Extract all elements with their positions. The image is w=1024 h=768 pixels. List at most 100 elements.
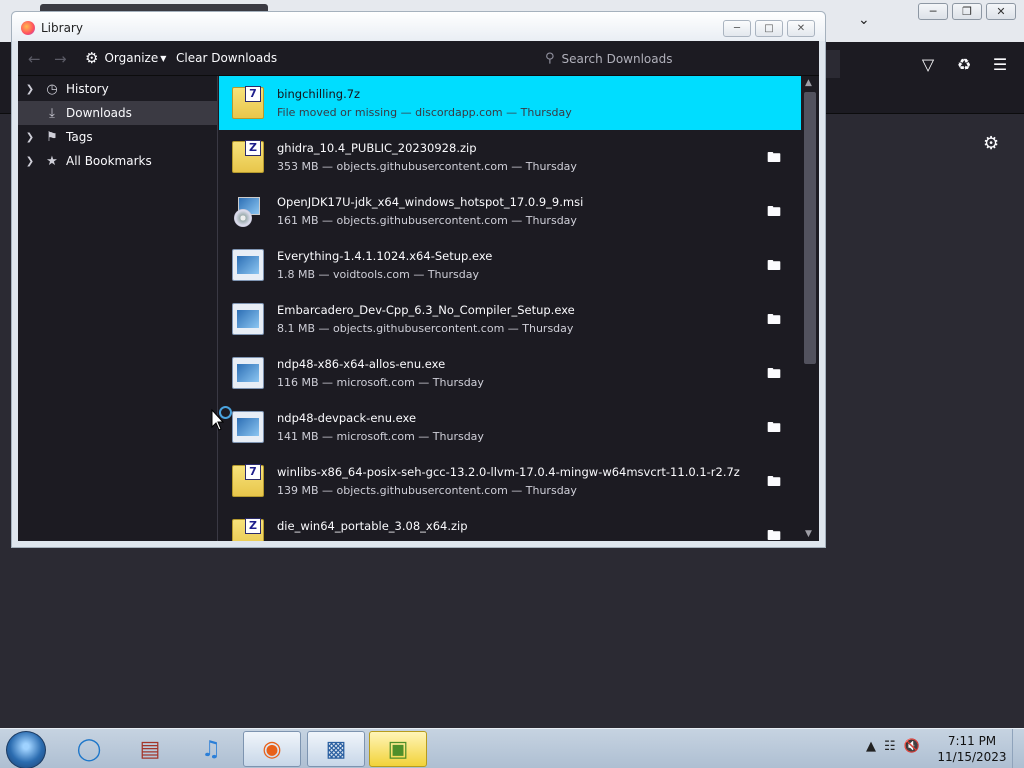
- download-status: 161 MB — objects.githubusercontent.com —…: [277, 214, 577, 227]
- sidebar-item-all-bookmarks[interactable]: ❯ ★ All Bookmarks: [18, 149, 217, 173]
- scrollbar-thumb[interactable]: [804, 92, 816, 364]
- download-row[interactable]: OpenJDK17U-jdk_x64_windows_hotspot_17.0.…: [219, 184, 801, 238]
- download-filename: die_win64_portable_3.08_x64.zip: [277, 519, 468, 533]
- organize-button[interactable]: ⚙ Organize ▼: [85, 49, 166, 67]
- sidebar-item-label: History: [66, 82, 109, 96]
- library-titlebar[interactable]: Library ─ □ ✕: [12, 12, 825, 41]
- 7z-archive-icon: 7: [232, 464, 264, 497]
- itunes-icon[interactable]: ♫: [182, 731, 240, 767]
- exe-file-icon: [232, 357, 264, 389]
- library-client: ← → ⚙ Organize ▼ Clear Downloads ⚲ ❯ ◷ H…: [18, 41, 819, 541]
- internet-explorer-icon[interactable]: ◯: [60, 731, 118, 767]
- search-icon: ⚲: [545, 51, 555, 66]
- library-window: Library ─ □ ✕ ← → ⚙ Organize ▼ Clear Dow…: [11, 11, 826, 548]
- download-status: 141 MB — microsoft.com — Thursday: [277, 430, 484, 443]
- start-button[interactable]: [6, 731, 46, 768]
- clear-downloads-button[interactable]: Clear Downloads: [176, 51, 277, 65]
- zip-archive-icon: Z: [232, 518, 264, 541]
- maximize-button[interactable]: □: [755, 20, 783, 37]
- download-status: 8.1 MB — objects.githubusercontent.com —…: [277, 322, 574, 335]
- extensions-icon[interactable]: ♻: [953, 54, 975, 76]
- archive-manager-icon[interactable]: ▤: [121, 731, 179, 767]
- open-folder-icon[interactable]: 🖿: [764, 417, 784, 436]
- download-filename: bingchilling.7z: [277, 87, 361, 101]
- 7z-archive-icon: 7: [232, 86, 264, 119]
- menu-icon[interactable]: ☰: [989, 54, 1011, 76]
- browser-window-controls: ─ ❐ ✕: [918, 3, 1016, 20]
- download-icon: ⤓: [49, 105, 55, 121]
- minimize-button[interactable]: ─: [918, 3, 948, 20]
- chevron-right-icon[interactable]: ❯: [18, 84, 42, 95]
- download-filename: Everything-1.4.1.1024.x64-Setup.exe: [277, 249, 493, 263]
- msi-installer-icon: [232, 195, 264, 227]
- tag-icon: ⚑: [46, 129, 58, 145]
- open-folder-icon[interactable]: 🖿: [764, 309, 784, 328]
- download-status: 116 MB — microsoft.com — Thursday: [277, 376, 484, 389]
- downloads-scrollbar[interactable]: ▲ ▼: [801, 76, 819, 541]
- download-row[interactable]: ndp48-x86-x64-allos-enu.exe 116 MB — mic…: [219, 346, 801, 400]
- sidebar-item-label: All Bookmarks: [66, 154, 152, 168]
- download-row[interactable]: Everything-1.4.1.1024.x64-Setup.exe 1.8 …: [219, 238, 801, 292]
- virtualbox-icon[interactable]: ▩: [307, 731, 365, 767]
- firefox-logo-icon: [21, 21, 35, 35]
- taskbar-clock[interactable]: 7:11 PM 11/15/2023: [936, 733, 1008, 765]
- tab-list-chevron-icon[interactable]: ⌄: [858, 12, 870, 28]
- chevron-right-icon[interactable]: ❯: [18, 132, 42, 143]
- download-filename: ndp48-devpack-enu.exe: [277, 411, 417, 425]
- busy-indicator-icon: [219, 406, 232, 419]
- sidebar-item-label: Downloads: [66, 106, 132, 120]
- restore-button[interactable]: ❐: [952, 3, 982, 20]
- download-status: 139 MB — objects.githubusercontent.com —…: [277, 484, 577, 497]
- open-folder-icon[interactable]: 🖿: [764, 363, 784, 382]
- clock-date: 11/15/2023: [937, 750, 1007, 764]
- zip-archive-icon: Z: [232, 140, 264, 173]
- clock-time: 7:11 PM: [947, 734, 997, 748]
- volume-muted-icon[interactable]: 🔇: [904, 739, 920, 754]
- download-filename: OpenJDK17U-jdk_x64_windows_hotspot_17.0.…: [277, 195, 584, 209]
- open-folder-icon[interactable]: 🖿: [764, 471, 784, 490]
- chevron-down-icon: ▼: [160, 53, 167, 63]
- download-row[interactable]: 7 bingchilling.7z File moved or missing …: [219, 76, 801, 130]
- open-folder-icon[interactable]: 🖿: [764, 147, 784, 166]
- show-desktop-button[interactable]: [1012, 729, 1024, 768]
- sidebar-item-downloads[interactable]: ⤓ Downloads: [18, 101, 217, 125]
- minecraft-icon[interactable]: ▣: [369, 731, 427, 767]
- open-folder-icon[interactable]: 🖿: [764, 201, 784, 220]
- sidebar-item-history[interactable]: ❯ ◷ History: [18, 77, 217, 101]
- close-button[interactable]: ✕: [986, 3, 1016, 20]
- network-icon[interactable]: ☷: [884, 739, 896, 754]
- gear-icon: ⚙: [85, 49, 99, 67]
- download-status: File moved or missing — discordapp.com —…: [277, 106, 572, 119]
- search-box[interactable]: ⚲: [537, 46, 818, 71]
- scroll-down-icon[interactable]: ▼: [805, 529, 812, 539]
- download-row[interactable]: ndp48-devpack-enu.exe 141 MB — microsoft…: [219, 400, 801, 454]
- firefox-icon[interactable]: ◉: [243, 731, 301, 767]
- library-window-controls: ─ □ ✕: [723, 20, 815, 37]
- open-folder-icon[interactable]: 🖿: [764, 255, 784, 274]
- download-row[interactable]: Z ghidra_10.4_PUBLIC_20230928.zip 353 MB…: [219, 130, 801, 184]
- chevron-right-icon[interactable]: ❯: [18, 156, 42, 167]
- open-folder-icon[interactable]: 🖿: [764, 525, 784, 541]
- exe-file-icon: [232, 411, 264, 443]
- forward-arrow-icon[interactable]: →: [54, 50, 67, 68]
- search-input[interactable]: [561, 51, 802, 66]
- download-row[interactable]: Z die_win64_portable_3.08_x64.zip 🖿: [219, 508, 801, 541]
- sidebar-item-tags[interactable]: ❯ ⚑ Tags: [18, 125, 217, 149]
- download-filename: ndp48-x86-x64-allos-enu.exe: [277, 357, 446, 371]
- download-filename: winlibs-x86_64-posix-seh-gcc-13.2.0-llvm…: [277, 465, 740, 479]
- minimize-button[interactable]: ─: [723, 20, 751, 37]
- exe-file-icon: [232, 303, 264, 335]
- scroll-up-icon[interactable]: ▲: [805, 78, 812, 88]
- window-title: Library: [41, 21, 83, 35]
- show-hidden-icons-icon[interactable]: ▲: [866, 739, 876, 754]
- download-row[interactable]: Embarcadero_Dev-Cpp_6.3_No_Compiler_Setu…: [219, 292, 801, 346]
- url-bar-edge[interactable]: [826, 50, 840, 78]
- back-arrow-icon[interactable]: ←: [28, 50, 41, 68]
- gear-icon[interactable]: ⚙: [983, 133, 999, 154]
- download-status: 1.8 MB — voidtools.com — Thursday: [277, 268, 479, 281]
- download-row[interactable]: 7 winlibs-x86_64-posix-seh-gcc-13.2.0-ll…: [219, 454, 801, 508]
- close-button[interactable]: ✕: [787, 20, 815, 37]
- system-tray: ▲ ☷ 🔇: [866, 739, 920, 754]
- pocket-icon[interactable]: ▽: [917, 54, 939, 76]
- exe-file-icon: [232, 249, 264, 281]
